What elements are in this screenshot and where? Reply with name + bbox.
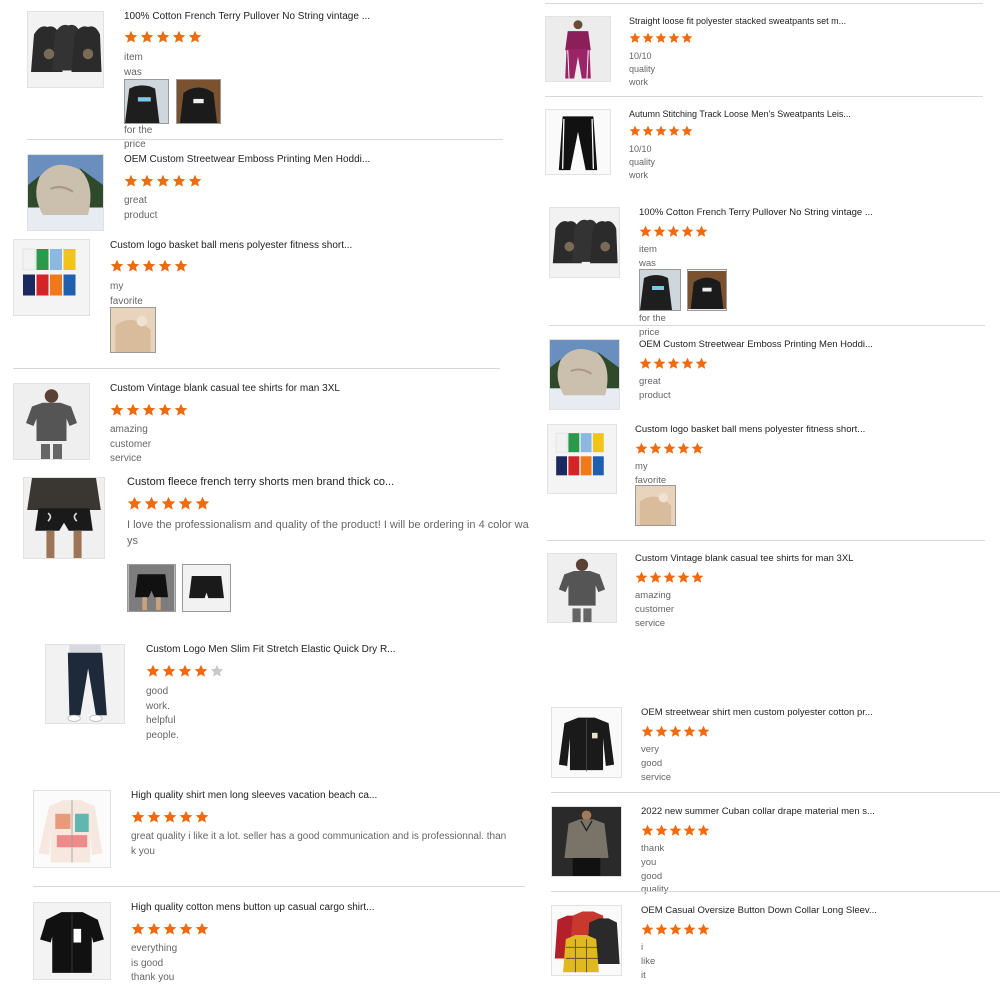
hoodie-photo-icon[interactable] — [549, 339, 620, 410]
rating-stars — [641, 725, 711, 738]
product-title[interactable]: High quality shirt men long sleeves vaca… — [131, 790, 377, 801]
product-title[interactable]: OEM Custom Streetwear Emboss Printing Me… — [124, 154, 370, 165]
product-title[interactable]: Custom Vintage blank casual tee shirts f… — [110, 383, 340, 394]
product-title[interactable]: Autumn Stitching Track Loose Men's Sweat… — [629, 109, 851, 119]
product-title[interactable]: Custom logo basket ball mens polyester f… — [110, 240, 352, 251]
divider — [13, 368, 500, 369]
review-photo[interactable] — [176, 79, 221, 124]
divider — [545, 96, 983, 97]
rating-stars — [639, 225, 709, 238]
shorts-grid-icon[interactable] — [547, 424, 617, 494]
review-comment: great quality i like it a lot. seller ha… — [131, 831, 507, 857]
rating-stars — [110, 259, 188, 273]
shorts-grid-icon[interactable] — [13, 239, 90, 316]
hoodie-photo-icon[interactable] — [27, 154, 104, 231]
product-title[interactable]: 2022 new summer Cuban collar drape mater… — [641, 806, 875, 817]
product-title[interactable]: OEM streetwear shirt men custom polyeste… — [641, 707, 873, 718]
jacket-icon[interactable] — [551, 707, 622, 778]
review-comment: i like it — [641, 942, 656, 981]
review-photo[interactable] — [124, 79, 169, 124]
divider — [545, 3, 983, 4]
review-photo[interactable] — [127, 564, 176, 612]
review-photo[interactable] — [639, 269, 681, 311]
divider — [551, 792, 1000, 793]
review-photo[interactable] — [635, 485, 676, 526]
review-comment: 10/10 quality work — [629, 51, 656, 88]
review-comment: everything is good thank you — [131, 943, 178, 983]
review-comment: good work. helpful people. — [146, 686, 179, 741]
rating-stars — [131, 810, 209, 824]
rating-stars — [124, 174, 202, 188]
flannel-shirts-icon[interactable] — [551, 905, 622, 976]
product-title[interactable]: 100% Cotton French Terry Pullover No Str… — [639, 207, 873, 218]
rating-stars — [639, 357, 709, 370]
rating-stars — [124, 30, 202, 44]
tracksuit-model-icon[interactable] — [545, 16, 611, 82]
rating-stars — [110, 403, 188, 417]
product-title[interactable]: Custom Logo Men Slim Fit Stretch Elastic… — [146, 644, 396, 655]
review-photo[interactable] — [110, 307, 156, 353]
review-comment: I love the professionalism and quality o… — [127, 519, 529, 547]
review-photo[interactable] — [182, 564, 231, 612]
joggers-model-icon[interactable] — [45, 644, 125, 724]
product-title[interactable]: Straight loose fit polyester stacked swe… — [629, 16, 846, 26]
hoodie-group-icon[interactable] — [549, 207, 620, 278]
rating-stars — [641, 824, 711, 837]
product-title[interactable]: OEM Custom Streetwear Emboss Printing Me… — [639, 339, 873, 350]
tee-model-icon[interactable] — [13, 383, 90, 460]
review-photo[interactable] — [687, 269, 727, 311]
review-comment: thank you good quality — [641, 843, 669, 896]
rating-stars — [629, 125, 695, 137]
divider — [551, 891, 1000, 892]
review-comment: great product — [124, 195, 158, 221]
review-comment: very good service — [641, 744, 672, 783]
divider — [547, 540, 985, 541]
product-title[interactable]: High quality cotton mens button up casua… — [131, 902, 374, 913]
product-title[interactable]: OEM Casual Oversize Button Down Collar L… — [641, 905, 877, 916]
product-title[interactable]: Custom fleece french terry shorts men br… — [127, 476, 394, 488]
rating-stars — [127, 496, 209, 511]
rating-stars — [146, 664, 224, 678]
sweatpants-icon[interactable] — [545, 109, 611, 175]
rating-stars — [629, 32, 695, 44]
review-comment: great product — [639, 376, 671, 401]
rating-stars — [641, 923, 711, 936]
rating-stars — [131, 922, 209, 936]
cuban-shirt-model-icon[interactable] — [551, 806, 622, 877]
review-comment: 10/10 quality work — [629, 144, 656, 181]
product-title[interactable]: Custom logo basket ball mens polyester f… — [635, 424, 865, 435]
review-comment: amazing customer service — [110, 424, 152, 464]
rating-stars — [635, 571, 705, 584]
review-comment: amazing customer service — [635, 590, 675, 629]
divider — [33, 886, 525, 887]
tee-model-icon[interactable] — [547, 553, 617, 623]
rating-stars — [635, 442, 705, 455]
shorts-model-icon[interactable] — [23, 477, 105, 559]
product-title[interactable]: Custom Vintage blank casual tee shirts f… — [635, 553, 853, 564]
black-shirt-icon[interactable] — [33, 902, 111, 980]
divider — [549, 325, 985, 326]
divider — [27, 139, 503, 140]
hoodie-group-icon[interactable] — [27, 11, 104, 88]
product-title[interactable]: 100% Cotton French Terry Pullover No Str… — [124, 11, 370, 22]
printed-shirt-icon[interactable] — [33, 790, 111, 868]
